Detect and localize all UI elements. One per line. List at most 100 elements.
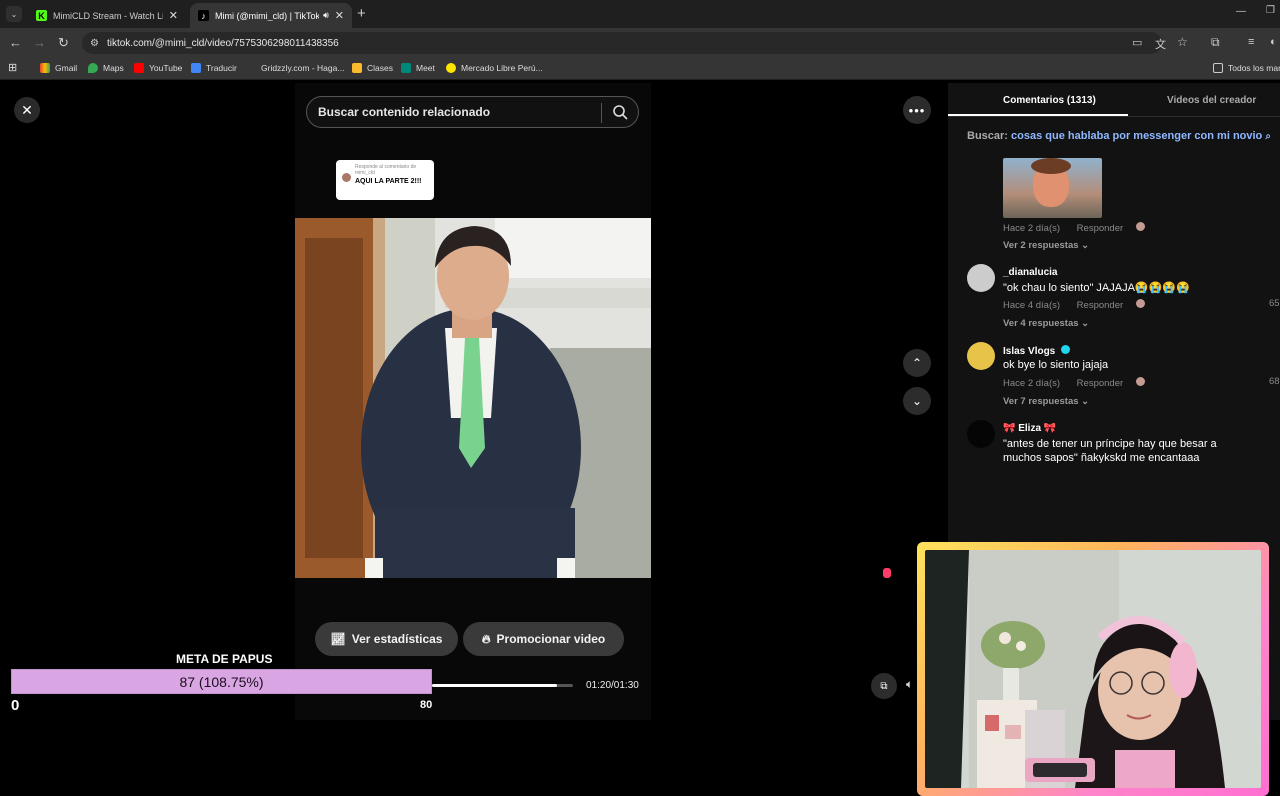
window-restore-button[interactable]: ❐	[1266, 5, 1275, 16]
classroom-icon	[352, 63, 362, 73]
browser-tab-strip: ⌄ K MimiCLD Stream - Watch Live o ✕ ♪ Mi…	[0, 0, 1280, 28]
video-progress-fill	[432, 684, 558, 687]
volume-icon[interactable]: 🔈︎	[906, 677, 913, 692]
site-info-icon[interactable]: ⚙	[90, 38, 99, 49]
chevron-down-icon: ⌄	[1081, 396, 1090, 407]
folder-icon	[1213, 63, 1223, 73]
tab-creator-videos[interactable]: Videos del creador	[1167, 95, 1256, 106]
flame-icon: 🔥︎	[481, 631, 491, 646]
comment-meta: Hace 2 día(s) Responder	[1003, 377, 1145, 389]
profile-icon[interactable]: ◐	[1270, 36, 1277, 48]
bookmark-traducir[interactable]: Traducir	[191, 63, 237, 73]
cursor-pointer-icon	[883, 568, 891, 578]
avatar[interactable]	[967, 342, 995, 370]
comment-sticker-image[interactable]	[1003, 158, 1102, 218]
view-replies-link[interactable]: Ver 7 respuestas ⌄	[1003, 396, 1089, 407]
translate-icon[interactable]: 文	[1155, 36, 1166, 52]
speaker-icon[interactable]: 🔊︎	[323, 10, 329, 21]
tab-tiktok[interactable]: ♪ Mimi (@mimi_cld) | TikTok 🔊︎ ✕	[190, 3, 352, 28]
floating-player-button[interactable]: ⧉	[871, 673, 897, 699]
next-video-button[interactable]: ⌄	[903, 387, 931, 415]
search-divider	[601, 103, 602, 123]
reply-sticker-header: Responde al comentario de mimi_cld	[355, 164, 417, 176]
comment-author[interactable]: 🎀 Eliza 🎀	[1003, 423, 1056, 434]
view-replies-link[interactable]: Ver 4 respuestas ⌄	[1003, 318, 1089, 329]
bookmark-maps[interactable]: Maps	[88, 63, 124, 73]
chevron-up-icon: ⌃	[911, 356, 923, 370]
reload-icon[interactable]: ↻	[58, 35, 69, 51]
meet-icon	[401, 63, 411, 73]
search-icon[interactable]	[612, 104, 628, 123]
video-progress-track[interactable]	[432, 684, 573, 687]
bookmark-youtube[interactable]: YouTube	[134, 63, 182, 73]
avatar[interactable]	[967, 264, 995, 292]
like-count: 68	[1269, 376, 1280, 387]
goal-value: 87 (108.75%)	[179, 673, 264, 690]
apps-grid-icon[interactable]: ⊞	[8, 61, 17, 74]
bookmark-meet[interactable]: Meet	[401, 63, 435, 73]
creator-like-avatar	[1135, 299, 1145, 308]
close-icon: ✕	[21, 101, 33, 118]
chevron-down-icon: ⌄	[1081, 240, 1090, 251]
related-search-input[interactable]: Buscar contenido relacionado	[306, 96, 639, 128]
bookmark-gmail[interactable]: Gmail	[40, 63, 77, 73]
tab-comments[interactable]: Comentarios (1313)	[1003, 95, 1096, 106]
window-minimize-button[interactable]: —	[1236, 6, 1246, 17]
comment-text: "ok chau lo siento" JAJAJA😭😭😭😭	[1003, 282, 1190, 294]
comment-author[interactable]: _dianalucia	[1003, 267, 1057, 278]
extensions-icon[interactable]: ⧉	[1211, 35, 1220, 50]
like-count: 65	[1269, 298, 1280, 309]
video-time: 01:20/01:30	[586, 680, 639, 691]
view-replies-link[interactable]: Ver 2 respuestas ⌄	[1003, 240, 1089, 251]
tab-search-button[interactable]: ⌄	[6, 6, 22, 22]
close-video-button[interactable]: ✕	[14, 97, 40, 123]
close-tab-icon[interactable]: ✕	[169, 9, 178, 22]
all-bookmarks[interactable]: Todos los mar	[1213, 63, 1280, 73]
chevron-down-icon: ⌄	[1081, 318, 1090, 329]
comment-meta: Hace 2 día(s) Responder	[1003, 222, 1145, 234]
more-options-button[interactable]: •••	[903, 96, 931, 124]
creator-like-avatar	[1135, 222, 1145, 231]
media-control-icon[interactable]: ≡	[1248, 36, 1254, 48]
reply-link[interactable]: Responder	[1077, 378, 1123, 389]
related-search[interactable]: Buscar: cosas que hablaba por messenger …	[967, 130, 1271, 142]
more-dots-icon: •••	[908, 102, 926, 118]
forward-arrow-icon[interactable]: →	[33, 35, 46, 50]
verified-badge-icon	[1061, 345, 1071, 354]
cast-icon[interactable]: ▭	[1132, 36, 1142, 49]
new-tab-button[interactable]: +	[357, 5, 366, 22]
goal-min-label: 0	[11, 697, 20, 714]
related-search-link[interactable]: cosas que hablaba por messenger con mi n…	[1011, 130, 1262, 142]
kick-icon: K	[36, 10, 47, 21]
tab-kick-stream[interactable]: K MimiCLD Stream - Watch Live o ✕	[28, 3, 186, 28]
address-bar[interactable]: ⚙ tiktok.com/@mimi_cld/video/75753062980…	[82, 32, 1162, 54]
previous-video-button[interactable]: ⌃	[903, 349, 931, 377]
promote-video-button[interactable]: 🔥︎ Promocionar video	[463, 622, 624, 656]
back-arrow-icon[interactable]: ←	[9, 35, 22, 50]
webcam-overlay	[917, 542, 1269, 796]
close-tab-icon[interactable]: ✕	[335, 9, 344, 22]
tiktok-video-page: ✕ Buscar contenido relacionado ••• Respo…	[0, 83, 1280, 796]
comment-text: "antes de tener un príncipe hay que besa…	[1003, 438, 1217, 463]
comment-author[interactable]: Islas Vlogs	[1003, 345, 1071, 357]
tabs-divider	[948, 116, 1280, 117]
bookmark-star-icon[interactable]: ☆	[1177, 35, 1188, 49]
gmail-icon	[40, 63, 50, 73]
goal-title: META DE PAPUS	[176, 652, 273, 666]
reply-avatar	[342, 173, 351, 182]
search-icon: ⌕	[1265, 131, 1271, 142]
youtube-icon	[134, 63, 144, 73]
reply-link[interactable]: Responder	[1077, 223, 1123, 234]
bookmark-clases[interactable]: Clases	[352, 63, 393, 73]
view-stats-button[interactable]: 📈︎ Ver estadísticas	[315, 622, 458, 656]
webcam-scene	[925, 550, 1261, 788]
reply-sticker: Responde al comentario de mimi_cld AQUI …	[336, 160, 434, 200]
reply-link[interactable]: Responder	[1077, 300, 1123, 311]
bookmark-mercadolibre[interactable]: Mercado Libre Perú...	[446, 63, 543, 73]
bookmark-gridzzly[interactable]: Gridzzly.com - Haga...	[261, 63, 344, 73]
video-player[interactable]	[295, 218, 651, 578]
webcam-feed	[925, 550, 1261, 788]
avatar[interactable]	[967, 420, 995, 448]
goal-progress-bar: 87 (108.75%)	[11, 669, 432, 694]
comment-meta: Hace 4 día(s) Responder	[1003, 299, 1145, 311]
